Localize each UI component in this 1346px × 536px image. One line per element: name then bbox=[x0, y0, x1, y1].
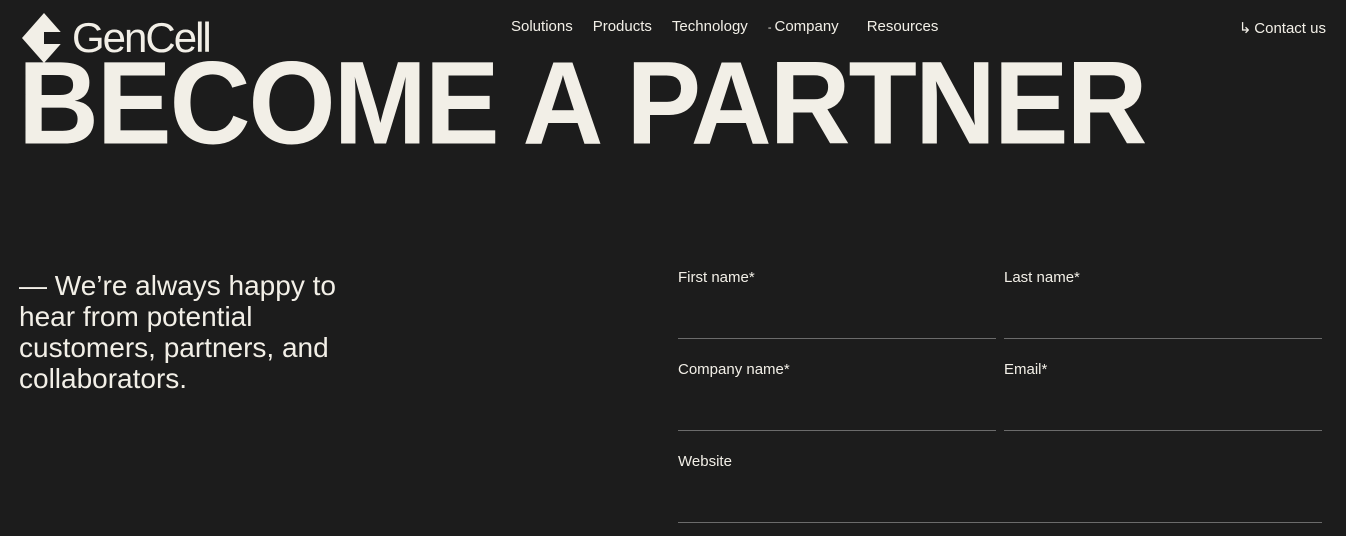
company-name-input[interactable] bbox=[678, 383, 996, 431]
nav-item-technology[interactable]: Technology bbox=[672, 18, 748, 35]
nav-item-company-label: Company bbox=[774, 18, 839, 35]
last-name-label: Last name* bbox=[1004, 269, 1080, 286]
company-name-label: Company name* bbox=[678, 361, 790, 378]
company-name-field-group: Company name* bbox=[678, 360, 996, 431]
nav-item-company[interactable]: - Company bbox=[768, 18, 839, 35]
email-field-group: Email* bbox=[1004, 360, 1322, 431]
website-input[interactable] bbox=[678, 475, 1322, 523]
contact-us-link[interactable]: ↳ Contact us bbox=[1239, 19, 1326, 37]
nav-item-products[interactable]: Products bbox=[593, 18, 652, 35]
email-label: Email* bbox=[1004, 361, 1048, 378]
main-nav: Solutions Products Technology - Company R… bbox=[511, 18, 938, 35]
email-input[interactable] bbox=[1004, 383, 1322, 431]
page-title: BECOME A PARTNER bbox=[18, 37, 1147, 169]
website-field-group: Website bbox=[678, 452, 1322, 523]
contact-us-label: Contact us bbox=[1254, 20, 1326, 37]
last-name-field-group: Last name* bbox=[1004, 268, 1322, 339]
first-name-input[interactable] bbox=[678, 291, 996, 339]
last-name-input[interactable] bbox=[1004, 291, 1322, 339]
return-arrow-icon: ↳ bbox=[1238, 20, 1252, 37]
first-name-label: First name* bbox=[678, 269, 755, 286]
first-name-field-group: First name* bbox=[678, 268, 996, 339]
intro-text: — We’re always happy to hear from potent… bbox=[19, 270, 336, 394]
website-label: Website bbox=[678, 453, 732, 470]
nav-item-resources[interactable]: Resources bbox=[867, 18, 939, 35]
active-marker-icon: - bbox=[767, 22, 772, 34]
nav-item-solutions[interactable]: Solutions bbox=[511, 18, 573, 35]
